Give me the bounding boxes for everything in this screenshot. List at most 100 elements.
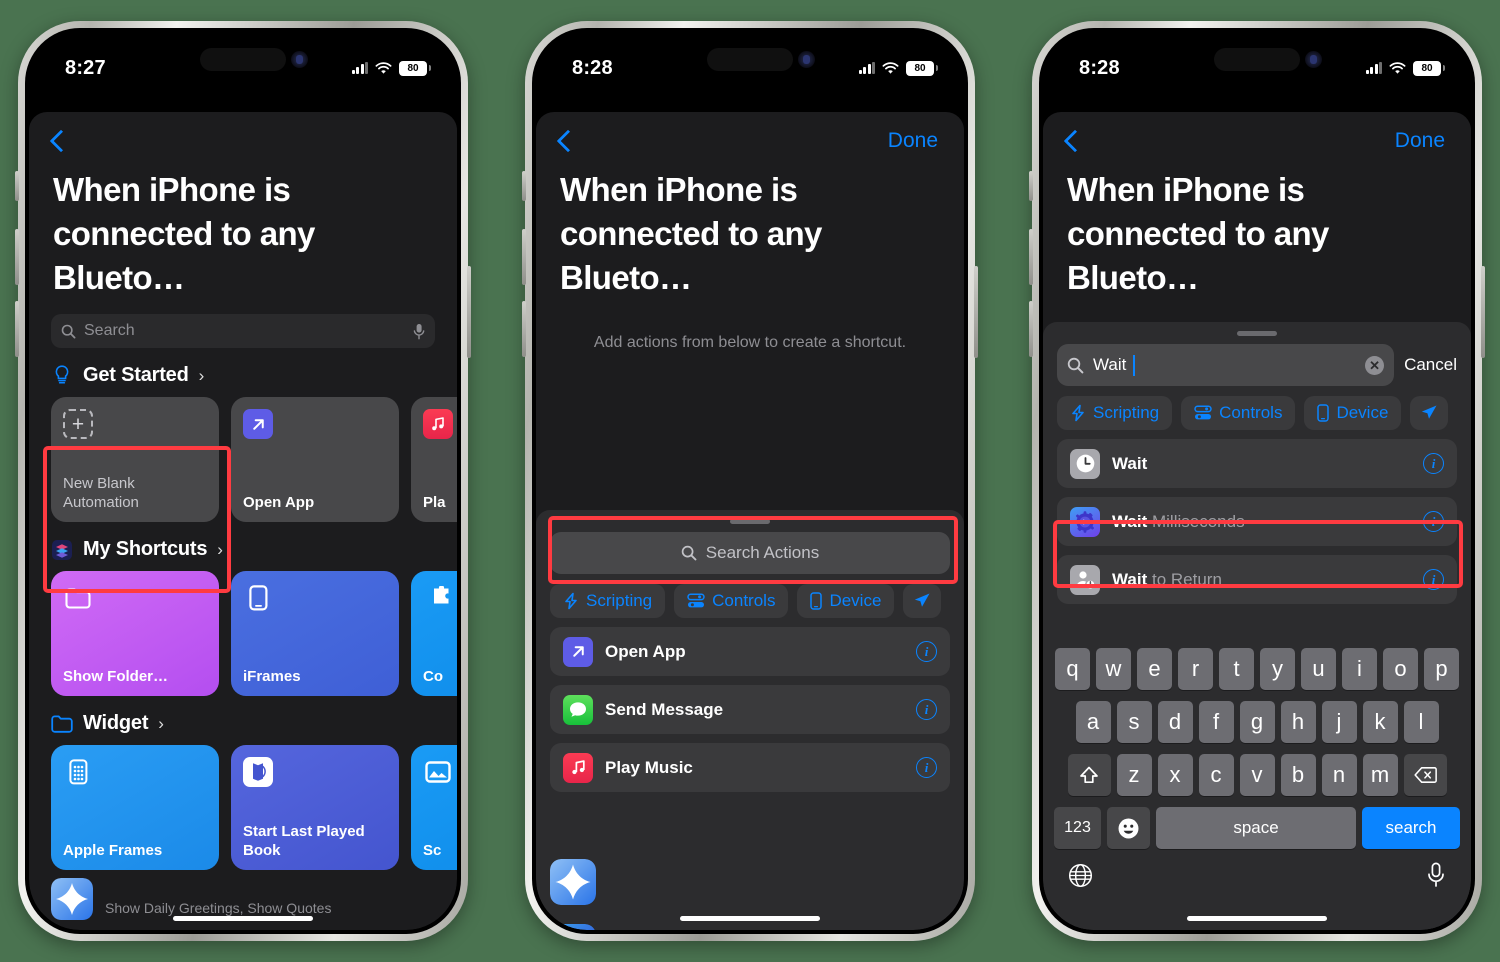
power-button[interactable]: [974, 266, 978, 358]
on-screen-keyboard[interactable]: q w e r t y u i o p a s d f g h j k l z …: [1043, 640, 1471, 930]
section-header-my-shortcuts[interactable]: My Shortcuts ›: [29, 522, 457, 571]
volume-down-button[interactable]: [15, 301, 19, 357]
card-open-app[interactable]: Open App: [231, 397, 399, 522]
power-button[interactable]: [467, 266, 471, 358]
my-shortcuts-card-row[interactable]: Show Folder… iFrames Co: [29, 571, 457, 696]
pill-device[interactable]: Device: [797, 584, 895, 618]
key-k[interactable]: k: [1362, 701, 1398, 743]
category-pills[interactable]: Scripting Controls Device: [1043, 386, 1471, 430]
mute-switch[interactable]: [522, 171, 526, 201]
search-input[interactable]: Wait ✕: [1057, 344, 1395, 386]
action-row-send-message[interactable]: Send Message i: [550, 685, 950, 734]
emoji-icon[interactable]: [1107, 807, 1150, 849]
result-row-wait-to-return[interactable]: Wait to Return i: [1057, 555, 1457, 604]
card-sc-partial[interactable]: Sc: [411, 745, 457, 870]
key-p[interactable]: p: [1424, 648, 1459, 690]
pill-scripting[interactable]: Scripting: [550, 584, 666, 618]
info-icon[interactable]: i: [916, 699, 937, 720]
key-g[interactable]: g: [1239, 701, 1275, 743]
key-s[interactable]: s: [1116, 701, 1152, 743]
key-y[interactable]: y: [1260, 648, 1295, 690]
sheet-grabber[interactable]: [1237, 331, 1277, 336]
volume-down-button[interactable]: [522, 301, 526, 357]
volume-up-button[interactable]: [1029, 229, 1033, 285]
result-row-wait[interactable]: Wait i: [1057, 439, 1457, 488]
card-apple-frames[interactable]: Apple Frames: [51, 745, 219, 870]
mute-switch[interactable]: [15, 171, 19, 201]
space-key[interactable]: space: [1156, 807, 1356, 849]
home-indicator[interactable]: [173, 916, 313, 921]
key-v[interactable]: v: [1239, 754, 1275, 796]
search-input[interactable]: Search: [51, 314, 435, 348]
action-row-play-music[interactable]: Play Music i: [550, 743, 950, 792]
card-iframes[interactable]: iFrames: [231, 571, 399, 696]
info-icon[interactable]: i: [1423, 511, 1444, 532]
category-pills[interactable]: Scripting Controls Device: [536, 574, 964, 618]
pill-scripting[interactable]: Scripting: [1057, 396, 1173, 430]
card-show-folder[interactable]: Show Folder…: [51, 571, 219, 696]
home-indicator[interactable]: [680, 916, 820, 921]
done-button[interactable]: Done: [1395, 129, 1445, 153]
key-f[interactable]: f: [1198, 701, 1234, 743]
key-d[interactable]: d: [1157, 701, 1193, 743]
info-icon[interactable]: i: [916, 641, 937, 662]
done-button[interactable]: Done: [888, 129, 938, 153]
numbers-key[interactable]: 123: [1054, 807, 1101, 849]
volume-up-button[interactable]: [15, 229, 19, 285]
chevron-left-icon[interactable]: [51, 130, 64, 153]
key-b[interactable]: b: [1280, 754, 1316, 796]
key-m[interactable]: m: [1362, 754, 1398, 796]
power-button[interactable]: [1481, 266, 1485, 358]
key-q[interactable]: q: [1055, 648, 1090, 690]
key-x[interactable]: x: [1157, 754, 1193, 796]
key-j[interactable]: j: [1321, 701, 1357, 743]
info-icon[interactable]: i: [916, 757, 937, 778]
volume-down-button[interactable]: [1029, 301, 1033, 357]
sheet-grabber[interactable]: [730, 519, 770, 524]
card-co-partial[interactable]: Co: [411, 571, 457, 696]
key-u[interactable]: u: [1301, 648, 1336, 690]
pill-location[interactable]: [903, 584, 942, 618]
pill-controls[interactable]: Controls: [1181, 396, 1296, 430]
action-row-open-app[interactable]: Open App i: [550, 627, 950, 676]
card-start-last-played-book[interactable]: Start Last Played Book: [231, 745, 399, 870]
key-i[interactable]: i: [1342, 648, 1377, 690]
app-list-item-shortcuts[interactable]: [536, 850, 964, 914]
shift-icon[interactable]: [1067, 754, 1111, 796]
card-new-blank-automation[interactable]: + New Blank Automation: [51, 397, 219, 522]
volume-up-button[interactable]: [522, 229, 526, 285]
key-l[interactable]: l: [1403, 701, 1439, 743]
pill-controls[interactable]: Controls: [674, 584, 789, 618]
chevron-left-icon[interactable]: [558, 130, 571, 153]
get-started-card-row[interactable]: + New Blank Automation Open App Pla: [29, 397, 457, 522]
chevron-left-icon[interactable]: [1065, 130, 1078, 153]
key-t[interactable]: t: [1219, 648, 1254, 690]
home-indicator[interactable]: [1187, 916, 1327, 921]
search-return-key[interactable]: search: [1362, 807, 1460, 849]
section-header-get-started[interactable]: Get Started ›: [29, 348, 457, 397]
key-w[interactable]: w: [1096, 648, 1131, 690]
mute-switch[interactable]: [1029, 171, 1033, 201]
result-row-wait-milliseconds[interactable]: Wait Milliseconds i: [1057, 497, 1457, 546]
key-c[interactable]: c: [1198, 754, 1234, 796]
section-header-widget[interactable]: Widget ›: [29, 696, 457, 745]
clear-circle-icon[interactable]: ✕: [1365, 355, 1385, 375]
pill-device[interactable]: Device: [1304, 396, 1402, 430]
key-h[interactable]: h: [1280, 701, 1316, 743]
key-r[interactable]: r: [1178, 648, 1213, 690]
info-icon[interactable]: i: [1423, 453, 1444, 474]
key-o[interactable]: o: [1383, 648, 1418, 690]
info-icon[interactable]: i: [1423, 569, 1444, 590]
key-n[interactable]: n: [1321, 754, 1357, 796]
search-actions-input[interactable]: Search Actions: [550, 532, 950, 574]
microphone-icon[interactable]: [1426, 862, 1446, 888]
widget-card-row[interactable]: Apple Frames Start Last Played Book Sc: [29, 745, 457, 870]
backspace-icon[interactable]: [1403, 754, 1447, 796]
key-e[interactable]: e: [1137, 648, 1172, 690]
card-play-music-partial[interactable]: Pla: [411, 397, 457, 522]
key-z[interactable]: z: [1116, 754, 1152, 796]
pill-location[interactable]: [1410, 396, 1449, 430]
key-a[interactable]: a: [1075, 701, 1111, 743]
globe-icon[interactable]: [1068, 863, 1093, 888]
cancel-button[interactable]: Cancel: [1404, 355, 1457, 375]
